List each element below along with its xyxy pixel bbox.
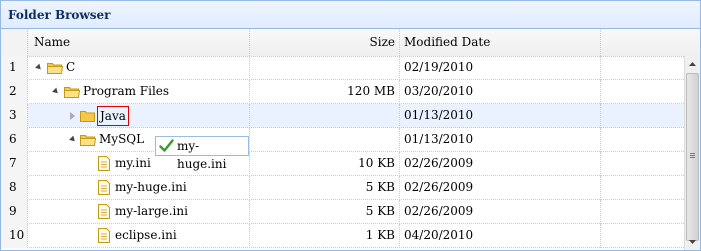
folder-icon: [80, 111, 95, 122]
panel-header: Folder Browser: [1, 1, 700, 29]
table-row[interactable]: 6 MySQL 01/13/2010: [1, 128, 684, 152]
filler-cell: [601, 200, 684, 224]
row-number: 9: [1, 200, 28, 224]
row-number: 2: [1, 80, 28, 104]
size-cell: 5 KB: [250, 200, 400, 224]
node-label[interactable]: my-large.ini: [115, 200, 188, 223]
row-number: 3: [1, 104, 28, 128]
folder-open-icon: [47, 63, 63, 74]
table-row[interactable]: 8 my-huge.ini 5 KB 02/26/2009: [1, 176, 684, 200]
expand-arrow-icon[interactable]: [35, 63, 43, 72]
date-cell: 02/26/2009: [400, 176, 601, 200]
date-cell: 02/19/2010: [400, 56, 601, 80]
name-cell: Program Files: [28, 80, 250, 104]
date-cell: 02/26/2009: [400, 200, 601, 224]
node-label[interactable]: Program Files: [83, 80, 169, 103]
table-row[interactable]: 9 my-large.ini 5 KB 02/26/2009: [1, 200, 684, 224]
table-row[interactable]: 7 my.ini 10 KB 02/26/2009: [1, 152, 684, 176]
size-cell: [250, 56, 400, 80]
file-icon: [98, 180, 110, 195]
collapsed-arrow-icon[interactable]: [70, 112, 75, 120]
name-cell: my-large.ini: [28, 200, 250, 224]
size-cell: [250, 128, 400, 152]
table-row[interactable]: 2 Program Files 120 MB 03/20/2010: [1, 80, 684, 104]
size-cell: 1 KB: [250, 224, 400, 248]
name-cell: my-huge.ini: [28, 176, 250, 200]
filler-cell: [601, 80, 684, 104]
size-cell: 5 KB: [250, 176, 400, 200]
node-label[interactable]: my.ini: [115, 152, 151, 175]
scrollbar-thumb[interactable]: [686, 73, 699, 241]
row-number: 1: [1, 56, 28, 80]
column-header-modified-date[interactable]: Modified Date: [400, 29, 601, 56]
node-label[interactable]: C: [66, 56, 75, 79]
column-header-size[interactable]: Size: [250, 29, 400, 56]
date-cell: 01/13/2010: [400, 104, 601, 128]
header-rownum: [1, 29, 28, 56]
column-header-filler: [601, 29, 700, 56]
column-header-name[interactable]: Name: [28, 29, 250, 56]
filler-cell: [601, 56, 684, 80]
thumb-grip: [690, 153, 695, 154]
expand-arrow-icon[interactable]: [52, 87, 60, 96]
size-cell: 10 KB: [250, 152, 400, 176]
drag-proxy-label: my-huge.ini: [177, 139, 227, 171]
date-cell: 02/26/2009: [400, 152, 601, 176]
size-cell: 120 MB: [250, 80, 400, 104]
file-icon: [98, 204, 110, 219]
filler-cell: [601, 104, 684, 128]
drag-proxy: my-huge.ini: [155, 136, 249, 171]
filler-cell: [601, 152, 684, 176]
filler-cell: [601, 176, 684, 200]
date-cell: 04/20/2010: [400, 224, 601, 248]
table-row[interactable]: 3 Java 01/13/2010: [1, 104, 684, 128]
grid-header: Name Size Modified Date: [1, 29, 700, 57]
scroll-down-arrow-icon[interactable]: [685, 234, 700, 250]
table-row[interactable]: 10 eclipse.ini 1 KB 04/20/2010: [1, 224, 684, 248]
node-label[interactable]: eclipse.ini: [115, 224, 177, 247]
folder-browser-panel: Folder Browser Name Size Modified Date 1…: [0, 0, 701, 251]
panel-title: Folder Browser: [8, 8, 111, 22]
filler-cell: [601, 128, 684, 152]
date-cell: 01/13/2010: [400, 128, 601, 152]
file-icon: [98, 228, 110, 243]
scroll-up-arrow-icon[interactable]: [685, 56, 700, 72]
checkmark-icon: [159, 139, 174, 152]
date-cell: 03/20/2010: [400, 80, 601, 104]
name-cell: eclipse.ini: [28, 224, 250, 248]
filler-cell: [601, 224, 684, 248]
node-label[interactable]: MySQL: [99, 128, 144, 151]
expand-arrow-icon[interactable]: [69, 135, 77, 144]
size-cell: [250, 104, 400, 128]
row-number: 6: [1, 128, 28, 152]
node-label[interactable]: my-huge.ini: [115, 176, 187, 199]
row-number: 7: [1, 152, 28, 176]
thumb-grip: [690, 155, 695, 156]
name-cell: C: [28, 56, 250, 80]
node-label[interactable]: Java: [97, 106, 129, 126]
row-number: 8: [1, 176, 28, 200]
thumb-grip: [690, 157, 695, 158]
folder-open-icon: [64, 87, 80, 98]
row-number: 10: [1, 224, 28, 248]
folder-open-icon: [80, 135, 96, 146]
name-cell: Java: [28, 104, 250, 128]
table-row[interactable]: 1 C 02/19/2010: [1, 56, 684, 80]
vertical-scrollbar[interactable]: [684, 56, 700, 250]
file-icon: [98, 156, 110, 171]
